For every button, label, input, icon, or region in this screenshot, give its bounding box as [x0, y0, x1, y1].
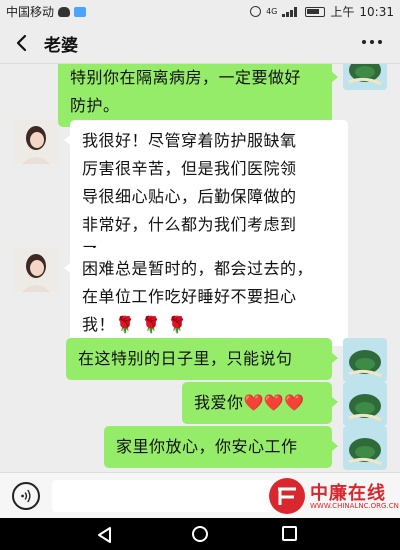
message-line: 我很好！尽管穿着防护服缺氧: [82, 131, 297, 150]
message-line: 非常好，什么都为我们考虑到: [82, 215, 297, 234]
avatar-me[interactable]: [343, 382, 387, 426]
input-bar: 中廉在线 WWW.CHINALNC.ORG.CN: [0, 472, 400, 518]
message-line: 困难总是暂时的，都会过去的，: [82, 259, 314, 278]
am-pm-label: 上午: [330, 5, 355, 19]
chat-header: 老婆: [0, 22, 400, 64]
nav-back-icon[interactable]: [96, 526, 114, 544]
clock: 10:31: [359, 4, 394, 19]
status-bar: 中国移动 4G 上午 10:31: [0, 0, 400, 22]
nav-home-icon[interactable]: [192, 526, 208, 542]
avatar-me[interactable]: [343, 426, 387, 470]
watermark-logo: [269, 478, 305, 514]
message-text: 我爱你❤️❤️❤️: [194, 393, 305, 412]
battery-icon: [305, 6, 326, 17]
watermark: 中廉在线 WWW.CHINALNC.ORG.CN: [266, 475, 399, 517]
chat-messages[interactable]: 特别你在隔离病房，一定要做好 防护。 我很好！尽管穿着防护服缺氧 厉害很辛苦，但…: [0, 64, 400, 472]
alarm-icon: [250, 6, 262, 17]
chevron-left-icon[interactable]: [12, 33, 32, 53]
message-line: 防护。: [70, 96, 120, 115]
message-line: 导很细心贴心，后勤保障做的: [82, 187, 297, 206]
nav-recents-icon[interactable]: [282, 526, 297, 541]
signal-icon: [282, 6, 300, 17]
avatar-me[interactable]: [343, 338, 387, 382]
system-nav-bar: [0, 518, 400, 550]
chat-notification-icon: [58, 6, 71, 17]
message-bubble-sent[interactable]: 在这特别的日子里，只能说句: [66, 338, 338, 380]
message-line: 厉害很辛苦，但是我们医院领: [82, 159, 297, 178]
voice-icon[interactable]: [12, 482, 40, 510]
watermark-url: WWW.CHINALNC.ORG.CN: [310, 502, 399, 510]
message-line: 特别你在隔离病房，一定要做好: [70, 68, 302, 87]
message-text: 在这特别的日子里，只能说句: [78, 349, 293, 368]
message-bubble-sent[interactable]: 家里你放心，你安心工作: [104, 426, 338, 468]
message-text: 家里你放心，你安心工作: [116, 437, 298, 456]
message-bubble-sent[interactable]: 特别你在隔离病房，一定要做好 防护。: [58, 64, 338, 127]
chat-title: 老婆: [44, 36, 78, 56]
message-line: 我！🌹 🌹 🌹: [82, 315, 188, 334]
message-input[interactable]: [52, 480, 272, 512]
carrier-label: 中国移动: [6, 5, 55, 19]
network-label: 4G: [266, 7, 278, 16]
message-notification-icon: [74, 6, 87, 17]
more-dots-icon[interactable]: [362, 40, 382, 44]
message-line: 在单位工作吃好睡好不要担心: [82, 287, 297, 306]
avatar-contact[interactable]: [14, 248, 58, 292]
avatar-contact[interactable]: [14, 120, 58, 164]
avatar-me[interactable]: [343, 64, 387, 90]
message-bubble-received[interactable]: 困难总是暂时的，都会过去的， 在单位工作吃好睡好不要担心 我！🌹 🌹 🌹: [64, 248, 348, 346]
message-bubble-sent[interactable]: 我爱你❤️❤️❤️: [182, 382, 338, 424]
